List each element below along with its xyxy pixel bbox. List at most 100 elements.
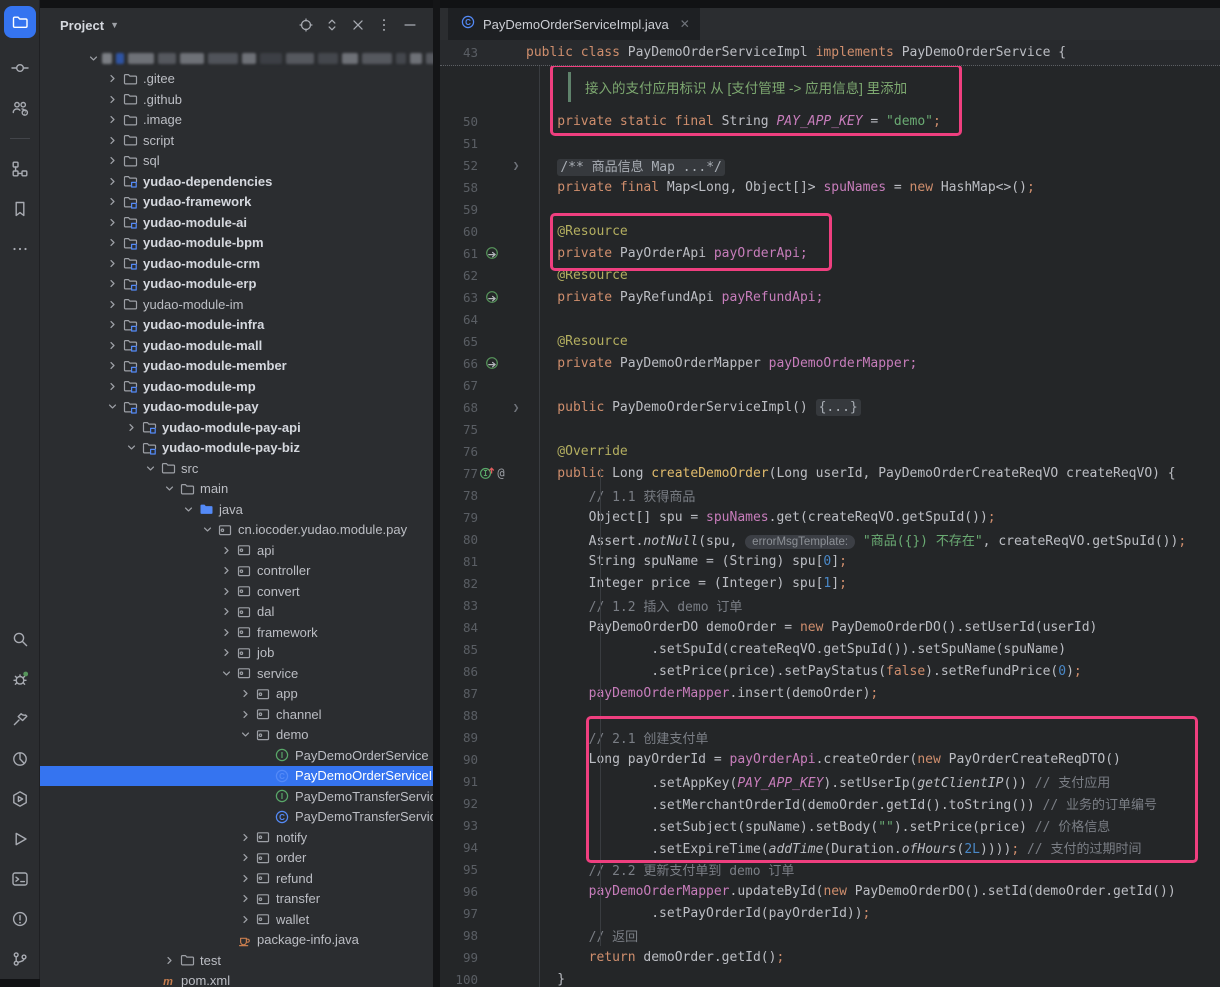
tree-item-root-redacted[interactable] [40, 48, 433, 69]
tree-item-wallet[interactable]: wallet [40, 909, 433, 930]
tree-item-convert[interactable]: convert [40, 581, 433, 602]
more-tool-windows-icon[interactable] [10, 239, 30, 259]
tree-item-PayDemoOrderServiceImpl[interactable]: CPayDemoOrderServiceImpl [40, 766, 433, 787]
tree-item-yudao-module-pay[interactable]: yudao-module-pay [40, 397, 433, 418]
chevron-right-icon[interactable] [103, 132, 121, 148]
code-line-96[interactable]: 96 payDemoOrderMapper.updateById(new Pay… [440, 880, 1220, 902]
tree-item-transfer[interactable]: transfer [40, 889, 433, 910]
tree-item-api[interactable]: api [40, 540, 433, 561]
chevron-right-icon[interactable] [103, 153, 121, 169]
commit-icon[interactable] [10, 58, 30, 78]
chevron-down-icon[interactable] [160, 481, 178, 497]
services-icon[interactable] [10, 789, 30, 809]
chevron-right-icon[interactable] [217, 583, 235, 599]
tree-item-test[interactable]: test [40, 950, 433, 971]
code-editor[interactable]: 接入的支付应用标识 从 [支付管理 -> 应用信息] 里添加50 private… [440, 66, 1220, 987]
chevron-right-icon[interactable] [103, 214, 121, 230]
tree-item-.gitee[interactable]: .gitee [40, 69, 433, 90]
chevron-down-icon[interactable] [141, 460, 159, 476]
code-line-90[interactable]: 90 Long payOrderId = payOrderApi.createO… [440, 748, 1220, 770]
tree-item-dal[interactable]: dal [40, 602, 433, 623]
structure-icon[interactable] [10, 159, 30, 179]
hide-panel-icon[interactable] [397, 14, 423, 36]
project-tree[interactable]: .gitee.github.imagescriptsqlyudao-depend… [40, 48, 433, 987]
chevron-right-icon[interactable] [103, 91, 121, 107]
search-icon[interactable] [10, 629, 30, 649]
chevron-right-icon[interactable] [103, 112, 121, 128]
code-line-65[interactable]: 65 @Resource [440, 330, 1220, 352]
code-line-78[interactable]: 78 // 1.1 获得商品 [440, 484, 1220, 506]
chevron-right-icon[interactable] [103, 235, 121, 251]
tree-item-.github[interactable]: .github [40, 89, 433, 110]
fold-arrow-icon[interactable]: ❯ [506, 401, 526, 414]
tree-item-yudao-module-mp[interactable]: yudao-module-mp [40, 376, 433, 397]
tree-item-yudao-module-erp[interactable]: yudao-module-erp [40, 274, 433, 295]
code-line-99[interactable]: 99 return demoOrder.getId(); [440, 946, 1220, 968]
chevron-right-icon[interactable] [103, 173, 121, 189]
tree-item-demo[interactable]: demo [40, 725, 433, 746]
tree-item-yudao-module-member[interactable]: yudao-module-member [40, 356, 433, 377]
chevron-right-icon[interactable] [236, 686, 254, 702]
chevron-right-icon[interactable] [236, 870, 254, 886]
chevron-right-icon[interactable] [103, 71, 121, 87]
code-line-77[interactable]: 77I@ public Long createDemoOrder(Long us… [440, 462, 1220, 484]
tree-item-cn.iocoder.yudao.module.pay[interactable]: cn.iocoder.yudao.module.pay [40, 520, 433, 541]
tree-item-PayDemoTransferServiceImpl[interactable]: CPayDemoTransferServiceImpl [40, 807, 433, 828]
code-line-75[interactable]: 75 [440, 418, 1220, 440]
chevron-right-icon[interactable] [103, 194, 121, 210]
tree-item-yudao-module-bpm[interactable]: yudao-module-bpm [40, 233, 433, 254]
tree-item-PayDemoTransferService[interactable]: IPayDemoTransferService [40, 786, 433, 807]
code-line-84[interactable]: 84 PayDemoOrderDO demoOrder = new PayDem… [440, 616, 1220, 638]
chevron-right-icon[interactable] [103, 296, 121, 312]
code-line-100[interactable]: 100 } [440, 968, 1220, 987]
problems-icon[interactable] [10, 909, 30, 929]
tree-item-channel[interactable]: channel [40, 704, 433, 725]
terminal-icon[interactable] [10, 869, 30, 889]
chevron-right-icon[interactable] [103, 276, 121, 292]
tree-item-yudao-module-crm[interactable]: yudao-module-crm [40, 253, 433, 274]
debug-icon[interactable] [10, 669, 30, 689]
code-line-92[interactable]: 92 .setMerchantOrderId(demoOrder.getId()… [440, 792, 1220, 814]
tree-item-.image[interactable]: .image [40, 110, 433, 131]
tree-item-src[interactable]: src [40, 458, 433, 479]
collapse-all-icon[interactable] [345, 14, 371, 36]
sticky-line-43[interactable]: 43public class PayDemoOrderServiceImpl i… [440, 40, 1220, 66]
code-line-97[interactable]: 97 .setPayOrderId(payOrderId)); [440, 902, 1220, 924]
chevron-right-icon[interactable] [217, 563, 235, 579]
code-line-67[interactable]: 67 [440, 374, 1220, 396]
tree-item-job[interactable]: job [40, 643, 433, 664]
chevron-down-icon[interactable] [217, 665, 235, 681]
tree-item-controller[interactable]: controller [40, 561, 433, 582]
tree-item-PayDemoOrderService[interactable]: IPayDemoOrderService [40, 745, 433, 766]
code-line-59[interactable]: 59 [440, 198, 1220, 220]
code-line-93[interactable]: 93 .setSubject(spuName).setBody("").setP… [440, 814, 1220, 836]
code-line-82[interactable]: 82 Integer price = (Integer) spu[1]; [440, 572, 1220, 594]
locate-file-icon[interactable] [293, 14, 319, 36]
tree-item-yudao-dependencies[interactable]: yudao-dependencies [40, 171, 433, 192]
tree-item-notify[interactable]: notify [40, 827, 433, 848]
expand-collapse-icon[interactable] [319, 14, 345, 36]
code-line-91[interactable]: 91 .setAppKey(PAY_APP_KEY).setUserIp(get… [440, 770, 1220, 792]
tree-item-refund[interactable]: refund [40, 868, 433, 889]
editor-tab[interactable]: C PayDemoOrderServiceImpl.java ✕ [448, 8, 700, 40]
project-icon[interactable] [4, 6, 36, 38]
chevron-right-icon[interactable] [236, 911, 254, 927]
chevron-down-icon[interactable] [84, 50, 102, 66]
chevron-down-icon[interactable] [198, 522, 216, 538]
code-line-85[interactable]: 85 .setSpuId(createReqVO.getSpuId()).set… [440, 638, 1220, 660]
chevron-right-icon[interactable] [217, 542, 235, 558]
run-icon[interactable] [10, 829, 30, 849]
chevron-down-icon[interactable] [103, 399, 121, 415]
code-line-87[interactable]: 87 payDemoOrderMapper.insert(demoOrder); [440, 682, 1220, 704]
code-line-52[interactable]: 52❯ /** 商品信息 Map ...*/ [440, 154, 1220, 176]
fold-arrow-icon[interactable]: ❯ [506, 159, 526, 172]
chevron-right-icon[interactable] [122, 419, 140, 435]
code-line-81[interactable]: 81 String spuName = (String) spu[0]; [440, 550, 1220, 572]
code-line-94[interactable]: 94 .setExpireTime(addTime(Duration.ofHou… [440, 836, 1220, 858]
tree-item-yudao-module-infra[interactable]: yudao-module-infra [40, 315, 433, 336]
override-gutter-icon[interactable]: I@ [478, 465, 506, 481]
chevron-right-icon[interactable] [236, 706, 254, 722]
chevron-right-icon[interactable] [236, 891, 254, 907]
inject-gutter-icon[interactable] [478, 246, 506, 261]
code-line-63[interactable]: 63 private PayRefundApi payRefundApi; [440, 286, 1220, 308]
